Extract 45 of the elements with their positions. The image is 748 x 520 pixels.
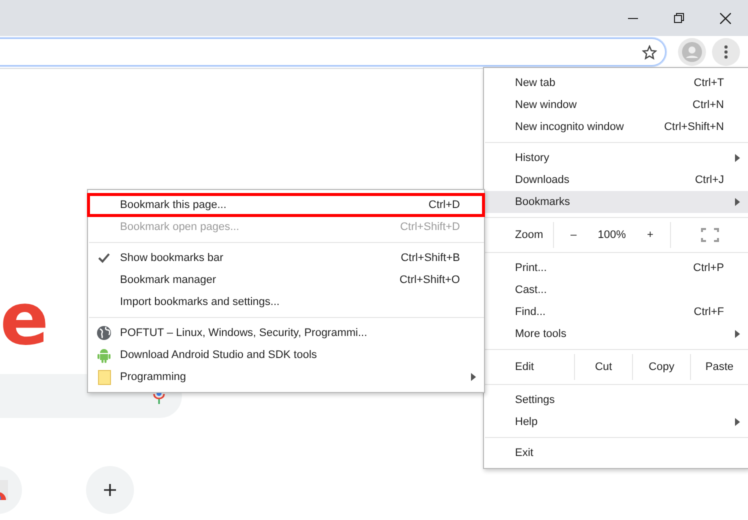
zoom-label: Zoom [514, 228, 544, 243]
logo-letter: e [0, 289, 49, 359]
edit-label: Edit [514, 360, 535, 375]
submenu-arrow-icon [735, 154, 740, 162]
menu-item[interactable]: Print... Ctrl+P [484, 257, 748, 279]
menu-item[interactable]: Downloads Ctrl+J [484, 169, 748, 191]
menu-item[interactable]: Import bookmarks and settings... [88, 291, 484, 313]
submenu-arrow-icon [735, 330, 740, 338]
menu-item[interactable]: Programming [88, 366, 484, 388]
zoom-level: 100% [598, 229, 626, 241]
submenu-arrow-icon [471, 373, 476, 381]
fullscreen-icon [700, 228, 718, 242]
menu-item[interactable]: POFTUT – Linux, Windows, Security, Programmi... [88, 322, 484, 344]
menu-item[interactable]: New window Ctrl+N [484, 94, 748, 116]
menu-item[interactable]: New tab Ctrl+T [484, 72, 748, 94]
edit-button[interactable]: Copy [632, 354, 690, 380]
menu-item[interactable]: Bookmark manager Ctrl+Shift+O [88, 269, 484, 291]
menu-item[interactable]: Find... Ctrl+F [484, 301, 748, 323]
edit-button[interactable]: Cut [574, 354, 632, 380]
menu-item[interactable]: Show bookmarks bar Ctrl+Shift+B [88, 247, 484, 269]
close-icon [720, 12, 730, 24]
android-icon [96, 347, 112, 363]
globe-icon [97, 326, 111, 340]
edit-button[interactable]: Paste [690, 354, 748, 380]
plus-icon [104, 484, 116, 496]
star-icon[interactable] [642, 44, 657, 60]
menu-item[interactable]: Bookmarks [484, 191, 748, 213]
menu-item[interactable]: Settings [484, 389, 748, 411]
menu-item[interactable]: Cast... [484, 279, 748, 301]
menu-item[interactable]: History [484, 147, 748, 169]
menu-button[interactable] [712, 38, 740, 66]
menu-item[interactable]: More tools [484, 323, 748, 345]
menu-item[interactable]: Exit [484, 442, 748, 464]
more-icon [724, 45, 728, 59]
zoom-out-button[interactable]: – [566, 227, 581, 243]
submenu-arrow-icon [735, 418, 740, 426]
zoom-in-button[interactable]: + [643, 227, 658, 243]
menu-item[interactable]: New incognito window Ctrl+Shift+N [484, 116, 748, 138]
restore-icon [674, 13, 684, 23]
submenu-arrow-icon [735, 198, 740, 206]
menu-item[interactable]: Download Android Studio and SDK tools [88, 344, 484, 366]
folder-icon [98, 370, 110, 384]
person-icon [682, 42, 702, 62]
menu-item[interactable]: Help [484, 411, 748, 433]
menu-item[interactable]: Bookmark this page... Ctrl+D [88, 194, 484, 216]
